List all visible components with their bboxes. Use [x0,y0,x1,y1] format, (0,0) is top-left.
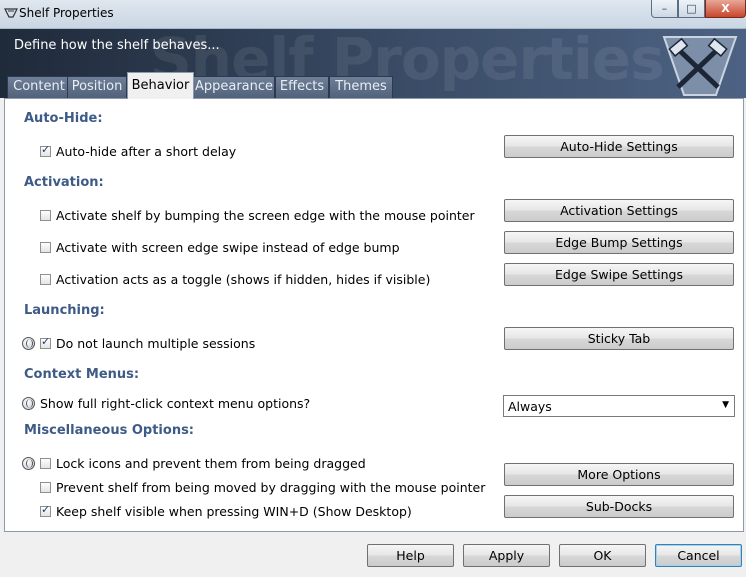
banner-subtitle: Define how the shelf behaves... [14,38,220,53]
title-bar[interactable]: Shelf Properties – □ X [0,0,746,29]
behavior-panel: Auto-Hide: Auto-hide after a short delay… [4,98,744,532]
option-label: Activate with screen edge swipe instead … [56,240,400,255]
no-multiple-sessions-checkbox[interactable] [40,335,51,349]
autohide-settings-button[interactable]: Auto-Hide Settings [504,135,734,158]
option-label: Activate shelf by bumping the screen edg… [56,208,475,223]
option-activate-swipe[interactable]: Activate with screen edge swipe instead … [40,240,400,255]
cancel-button[interactable]: Cancel [655,544,742,567]
option-activation-toggle[interactable]: Activation acts as a toggle (shows if hi… [40,272,430,287]
apply-button[interactable]: Apply [463,544,550,567]
option-autohide-delay[interactable]: Auto-hide after a short delay [40,143,237,159]
activation-settings-button[interactable]: Activation Settings [504,199,734,222]
ok-button[interactable]: OK [559,544,646,567]
tab-effects[interactable]: Effects [275,76,329,98]
section-activation: Activation: [24,175,104,190]
option-activate-bump[interactable]: Activate shelf by bumping the screen edg… [40,208,475,223]
tab-behavior[interactable]: Behavior [127,72,194,99]
tab-themes[interactable]: Themes [329,76,393,98]
option-label: Prevent shelf from being moved by draggi… [56,480,486,495]
tab-appearance[interactable]: Appearance [193,76,275,98]
close-button[interactable]: X [705,0,746,18]
maximize-button[interactable]: □ [678,0,705,18]
minimize-button[interactable]: – [651,0,678,18]
option-label: Keep shelf visible when pressing WIN+D (… [56,504,412,519]
activation-toggle-checkbox[interactable] [40,274,51,285]
option-label: Lock icons and prevent them from being d… [56,456,366,471]
lock-icons-checkbox[interactable] [40,458,51,469]
chevron-down-icon[interactable]: ▼ [722,400,729,410]
option-no-multiple-sessions[interactable]: Do not launch multiple sessions [22,335,256,351]
option-keep-visible[interactable]: Keep shelf visible when pressing WIN+D (… [40,503,412,519]
option-label: Show full right-click context menu optio… [40,396,311,411]
option-label: Auto-hide after a short delay [56,144,237,159]
sticky-tab-button[interactable]: Sticky Tab [504,327,734,350]
tab-content[interactable]: Content [7,76,71,98]
section-launching: Launching: [24,303,105,318]
context-menu-select[interactable]: Always ▼ [503,395,735,417]
edge-bump-settings-button[interactable]: Edge Bump Settings [504,231,734,254]
activate-bump-checkbox[interactable] [40,210,51,221]
autohide-delay-checkbox[interactable] [40,143,51,157]
context-menu-option: Show full right-click context menu optio… [22,396,310,411]
sub-docks-button[interactable]: Sub-Docks [504,495,734,518]
window-title: Shelf Properties [19,6,114,20]
activate-swipe-checkbox[interactable] [40,242,51,253]
more-options-button[interactable]: More Options [504,463,734,486]
option-lock-icons[interactable]: Lock icons and prevent them from being d… [22,456,366,471]
tab-position[interactable]: Position [67,76,127,98]
globe-icon [22,457,35,470]
help-button[interactable]: Help [367,544,454,567]
section-context-menus: Context Menus: [24,367,140,382]
section-autohide: Auto-Hide: [24,111,103,126]
prevent-move-checkbox[interactable] [40,482,51,493]
keep-visible-checkbox[interactable] [40,503,51,517]
globe-icon [22,337,35,350]
section-misc: Miscellaneous Options: [24,423,195,438]
globe-icon [22,397,35,410]
edge-swipe-settings-button[interactable]: Edge Swipe Settings [504,263,734,286]
option-label: Activation acts as a toggle (shows if hi… [56,272,431,287]
app-icon [4,8,18,18]
select-value: Always [508,399,552,414]
tab-strip: Content Position Behavior Appearance Eff… [0,72,746,99]
option-prevent-move[interactable]: Prevent shelf from being moved by draggi… [40,480,485,495]
option-label: Do not launch multiple sessions [56,336,256,351]
